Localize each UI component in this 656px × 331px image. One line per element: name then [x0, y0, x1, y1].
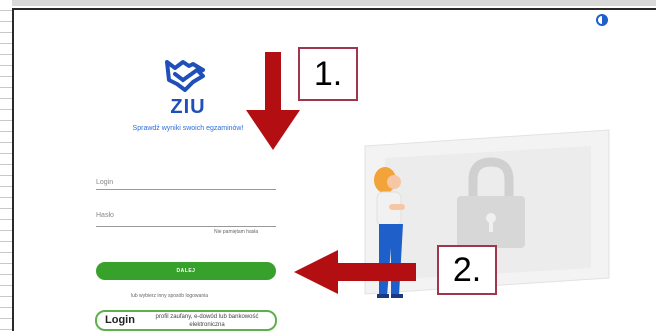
brand-name: ZIU: [170, 96, 206, 118]
gov-login-description: profil zaufany, e-dowód lub bankowość el…: [155, 314, 259, 328]
top-bar-strip: [0, 0, 656, 6]
step-2-label: 2.: [437, 245, 497, 295]
left-ruled-margin: [0, 0, 12, 331]
password-field-underline: [96, 226, 276, 227]
contrast-icon[interactable]: [596, 14, 608, 26]
arrow-down-icon: [246, 52, 300, 150]
screenshot-border-top: [12, 8, 656, 10]
next-button[interactable]: DALEJ: [96, 262, 276, 280]
password-field[interactable]: Hasło: [96, 212, 114, 219]
arrow-left-icon: [294, 250, 416, 294]
other-login-text: lub wybierz inny sposób logowania: [131, 293, 208, 299]
login-field[interactable]: Login: [96, 179, 113, 186]
gov-login-button[interactable]: Login profil zaufany, e-dowód lub bankow…: [95, 310, 277, 331]
screenshot-border-left: [12, 8, 14, 331]
step-1-label: 1.: [298, 47, 358, 101]
gov-login-word: Login: [105, 314, 135, 326]
tagline: Sprawdź wyniki swoich egzaminów!: [132, 125, 244, 132]
forgot-password-link[interactable]: Nie pamiętam hasła: [214, 229, 258, 235]
login-field-underline: [96, 189, 276, 190]
ziu-logo-icon: [165, 60, 205, 92]
